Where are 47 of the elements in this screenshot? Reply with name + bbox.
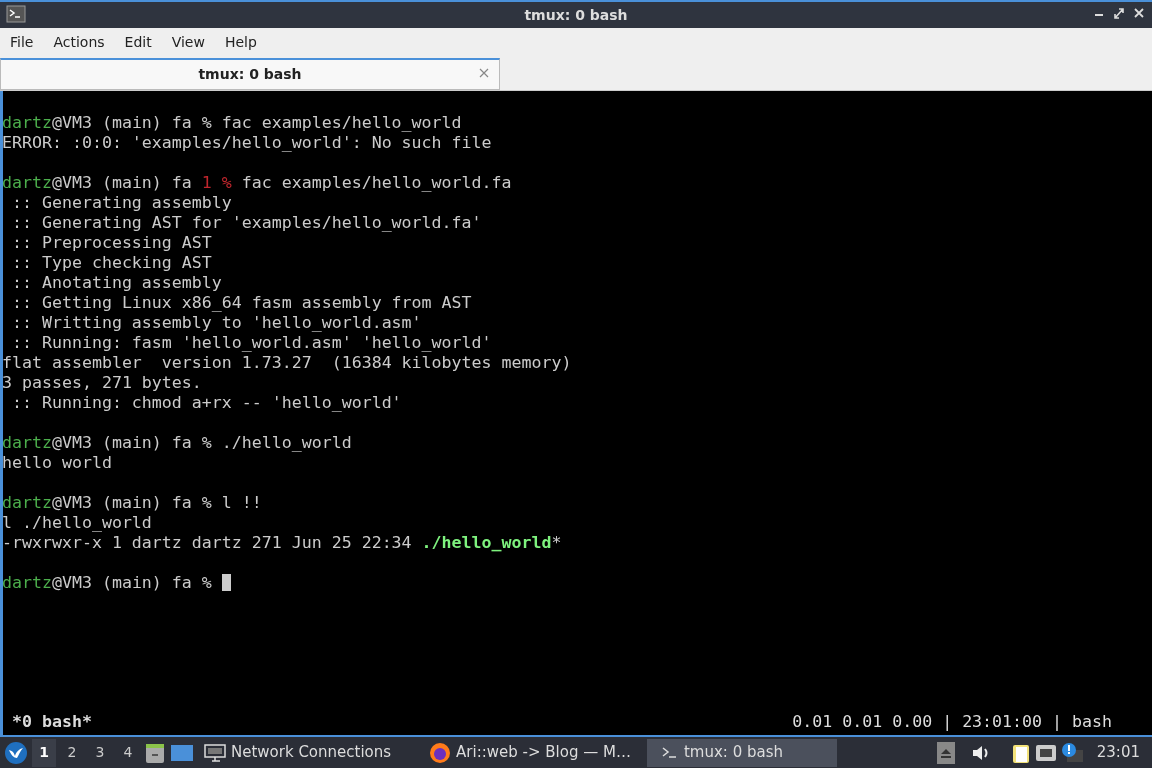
terminal-icon bbox=[660, 744, 679, 761]
network-port-icon[interactable] bbox=[1034, 742, 1057, 763]
taskbar-task[interactable]: Ari::web -> Blog — M… bbox=[423, 738, 637, 767]
terminal-line: -rwxrwxr-x 1 dartz dartz 271 Jun 25 22:34 ./hello_world* bbox=[2, 533, 563, 553]
tab[interactable]: tmux: 0 bash bbox=[0, 58, 500, 90]
terminal-line: hello world bbox=[2, 453, 113, 473]
terminal-line: dartz@VM3 (main) fa % fac examples/hello_world bbox=[2, 113, 463, 133]
terminal-line: flat assembler version 1.73.27 (16384 kilobytes memory) bbox=[2, 353, 573, 373]
workspace-button[interactable]: 1 bbox=[32, 738, 56, 767]
terminal-icon[interactable] bbox=[6, 5, 26, 23]
taskbar-task[interactable]: tmux: 0 bash bbox=[646, 738, 837, 767]
terminal-line: :: Preprocessing AST bbox=[11, 233, 213, 253]
maximize-icon[interactable] bbox=[1114, 6, 1124, 20]
clock[interactable]: 23:01 bbox=[1096, 741, 1140, 764]
workspace-button[interactable]: 3 bbox=[88, 738, 112, 767]
status-left: *0 bash* bbox=[12, 711, 92, 733]
menu-item[interactable]: Actions bbox=[43, 28, 115, 57]
close-icon[interactable] bbox=[1134, 6, 1144, 20]
terminal-line: ERROR: :0:0: 'examples/hello_world': No such file bbox=[2, 133, 493, 153]
notification-icon[interactable] bbox=[1060, 741, 1085, 764]
status-right: 0.01 0.01 0.00 | 23:01:00 | bash bbox=[792, 711, 1112, 733]
taskbar-task[interactable]: Network Connections bbox=[198, 738, 398, 767]
browser-globe-icon bbox=[429, 741, 452, 764]
terminal-line: :: Running: chmod a+rx -- 'hello_world' bbox=[11, 393, 403, 413]
window-title: tmux: 0 bash bbox=[524, 5, 628, 25]
terminal-line: :: Generating AST for 'examples/hello_world.fa' bbox=[11, 213, 483, 233]
terminal-line: :: Getting Linux x86_64 fasm assembly from AST bbox=[11, 293, 473, 313]
workspace-button[interactable]: 4 bbox=[116, 738, 140, 767]
menu-item[interactable]: Edit bbox=[114, 28, 162, 57]
eject-icon[interactable] bbox=[936, 741, 955, 764]
terminal-line: dartz@VM3 (main) fa % bbox=[2, 573, 213, 592]
terminal-line: dartz@VM3 (main) fa % ./hello_world bbox=[2, 433, 353, 453]
network-monitor-icon bbox=[204, 742, 226, 763]
terminal-line: dartz@VM3 (main) fa 1 % fac examples/hello_world.fa bbox=[2, 173, 513, 193]
terminal-line: :: Generating assembly bbox=[11, 193, 233, 213]
terminal-line: 3 passes, 271 bytes. bbox=[2, 373, 203, 393]
terminal-line: :: Type checking AST bbox=[11, 253, 213, 273]
terminal-line: :: Writting assembly to 'hello_world.asm' bbox=[11, 313, 423, 333]
menu-item[interactable]: View bbox=[161, 28, 215, 57]
terminal-line: :: Running: fasm 'hello_world.asm' 'hello_world' bbox=[11, 333, 493, 353]
terminal-line: l ./hello_world bbox=[2, 513, 153, 533]
terminal-line: dartz@VM3 (main) fa % l !! bbox=[2, 493, 263, 513]
text-cursor bbox=[221, 574, 231, 591]
menu-item[interactable]: Help bbox=[214, 28, 267, 57]
menu-item[interactable]: File bbox=[0, 28, 44, 57]
workspace-button[interactable]: 2 bbox=[60, 738, 84, 767]
terminal-line: :: Anotating assembly bbox=[11, 273, 223, 293]
